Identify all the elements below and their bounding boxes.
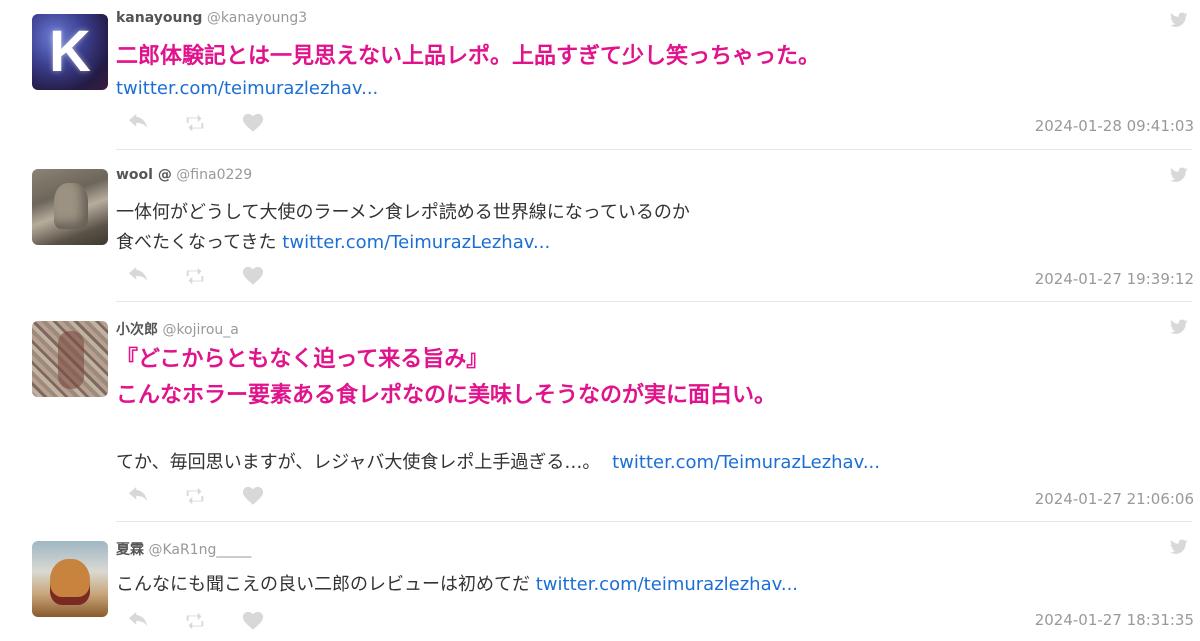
- tweet-text: 一体何がどうして大使のラーメン食レポ読める世界線になっているのか: [116, 202, 690, 223]
- tweet-actions: [128, 486, 278, 506]
- tweet-header: kanayoung @kanayoung3: [116, 10, 307, 26]
- reply-icon[interactable]: [128, 486, 150, 506]
- tweet-header: 夏霖 @KaR1ng_____: [116, 539, 251, 559]
- like-icon[interactable]: [242, 266, 264, 286]
- tweet-text: 『どこからともなく迫って来る旨み』: [116, 347, 489, 372]
- tweet-text-line: てか、毎回思いますが、レジャバ大使食レポ上手過ぎる…。 twitter.com/…: [116, 449, 880, 477]
- tweet-link[interactable]: twitter.com/TeimurazLezhav...: [612, 452, 880, 473]
- tweet-text-line: 食べたくなってきた twitter.com/TeimurazLezhav...: [116, 229, 550, 257]
- avatar[interactable]: [32, 541, 108, 617]
- tweet-header: wool @ @fina0229: [116, 167, 252, 183]
- reply-icon[interactable]: [128, 611, 150, 631]
- like-icon[interactable]: [242, 611, 264, 631]
- tweet: wool @ @fina0229 一体何がどうして大使のラーメン食レポ読める世界…: [0, 155, 1200, 301]
- tweet-link[interactable]: twitter.com/teimurazlezhav...: [536, 574, 798, 595]
- retweet-icon[interactable]: [184, 266, 206, 286]
- user-name[interactable]: 小次郎: [116, 322, 158, 338]
- user-handle[interactable]: @KaR1ng_____: [148, 542, 251, 558]
- tweet-text: てか、毎回思いますが、レジャバ大使食レポ上手過ぎる…。: [116, 452, 601, 473]
- timestamp: 2024-01-27 19:39:12: [1034, 270, 1194, 288]
- timestamp: 2024-01-27 18:31:35: [1034, 611, 1194, 629]
- tweet-text: 二郎体験記とは一見思えない上品レポ。上品すぎて少し笑っちゃった。: [116, 44, 821, 69]
- tweet-text: 食べたくなってきた: [116, 232, 277, 253]
- tweet-text: こんなにも聞こえの良い二郎のレビューは初めてだ: [116, 574, 530, 595]
- divider: [116, 149, 1192, 150]
- twitter-bird-icon[interactable]: [1170, 319, 1188, 335]
- tweet-text-line: こんなにも聞こえの良い二郎のレビューは初めてだ twitter.com/teim…: [116, 571, 798, 599]
- timestamp: 2024-01-28 09:41:03: [1034, 117, 1194, 135]
- like-icon[interactable]: [242, 113, 264, 133]
- tweet: K kanayoung @kanayoung3 二郎体験記とは一見思えない上品レ…: [0, 0, 1200, 150]
- tweet-link-line: twitter.com/teimurazlezhav...: [116, 78, 378, 99]
- user-handle[interactable]: @kanayoung3: [207, 10, 307, 26]
- tweet-text: こんなホラー要素ある食レポなのに美味しそうなのが実に面白い。: [116, 383, 777, 408]
- twitter-bird-icon[interactable]: [1170, 167, 1188, 183]
- user-name[interactable]: kanayoung: [116, 10, 202, 26]
- tweet: 夏霖 @KaR1ng_____ こんなにも聞こえの良い二郎のレビューは初めてだ …: [0, 527, 1200, 641]
- reply-icon[interactable]: [128, 113, 150, 133]
- avatar-letter: K: [49, 19, 91, 84]
- tweet-header: 小次郎 @kojirou_a: [116, 319, 239, 339]
- tweet-link[interactable]: twitter.com/teimurazlezhav...: [116, 78, 378, 99]
- reply-icon[interactable]: [128, 266, 150, 286]
- avatar[interactable]: K: [32, 14, 108, 90]
- tweet-actions: [128, 611, 278, 631]
- timestamp: 2024-01-27 21:06:06: [1034, 490, 1194, 508]
- retweet-icon[interactable]: [184, 113, 206, 133]
- divider: [116, 301, 1192, 302]
- tweet-link[interactable]: twitter.com/TeimurazLezhav...: [282, 232, 550, 253]
- divider: [116, 521, 1192, 522]
- tweet: 小次郎 @kojirou_a 『どこからともなく迫って来る旨み』 こんなホラー要…: [0, 307, 1200, 521]
- tweet-actions: [128, 113, 278, 133]
- twitter-bird-icon[interactable]: [1170, 539, 1188, 555]
- user-name[interactable]: wool @: [116, 167, 172, 183]
- avatar[interactable]: [32, 321, 108, 397]
- twitter-bird-icon[interactable]: [1170, 12, 1188, 28]
- user-name[interactable]: 夏霖: [116, 542, 144, 558]
- retweet-icon[interactable]: [184, 611, 206, 631]
- tweet-actions: [128, 266, 278, 286]
- retweet-icon[interactable]: [184, 486, 206, 506]
- avatar[interactable]: [32, 169, 108, 245]
- user-handle[interactable]: @fina0229: [176, 167, 252, 183]
- user-handle[interactable]: @kojirou_a: [162, 322, 238, 338]
- like-icon[interactable]: [242, 486, 264, 506]
